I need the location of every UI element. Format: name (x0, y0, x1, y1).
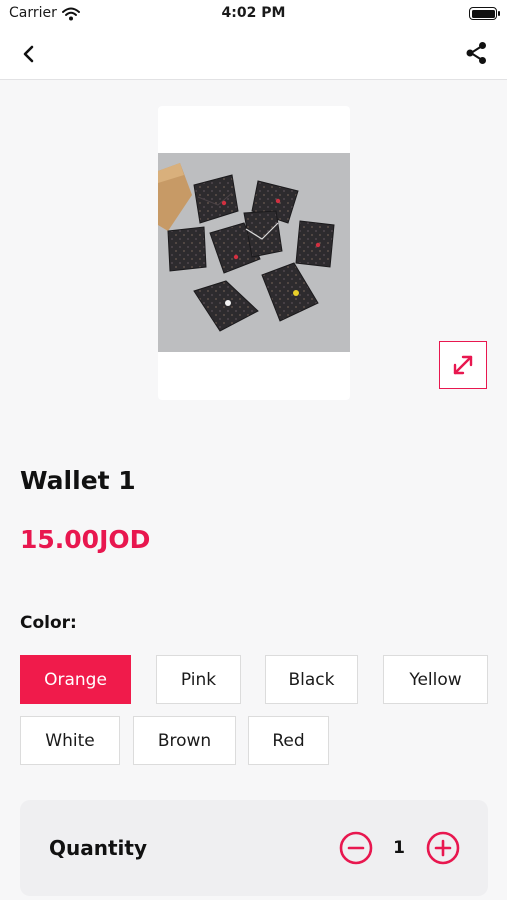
status-time: 4:02 PM (221, 5, 286, 21)
expand-icon (453, 355, 473, 375)
color-option-yellow[interactable]: Yellow (383, 655, 488, 704)
quantity-card: Quantity 1 (20, 800, 488, 896)
chevron-left-icon (23, 45, 34, 63)
product-photo (158, 153, 350, 352)
product-price: 15.00JOD (20, 525, 151, 554)
color-option-black[interactable]: Black (265, 655, 358, 704)
share-icon (466, 42, 486, 64)
share-button[interactable] (461, 38, 491, 68)
battery-icon (469, 7, 500, 20)
navigation-bar (0, 28, 507, 80)
color-option-orange[interactable]: Orange (20, 655, 131, 704)
color-option-pink[interactable]: Pink (156, 655, 241, 704)
minus-circle-icon[interactable] (339, 831, 373, 865)
product-title: Wallet 1 (20, 466, 136, 495)
color-label: Color: (20, 613, 77, 633)
status-bar: Carrier 4:02 PM (0, 0, 507, 28)
color-option-brown[interactable]: Brown (133, 716, 236, 765)
color-option-white[interactable]: White (20, 716, 120, 765)
color-option-red[interactable]: Red (248, 716, 329, 765)
quantity-label: Quantity (49, 836, 147, 860)
expand-image-button[interactable] (439, 341, 487, 389)
product-image-card[interactable] (158, 106, 350, 400)
plus-circle-icon[interactable] (426, 831, 460, 865)
quantity-value: 1 (393, 838, 405, 858)
back-button[interactable] (14, 40, 44, 68)
